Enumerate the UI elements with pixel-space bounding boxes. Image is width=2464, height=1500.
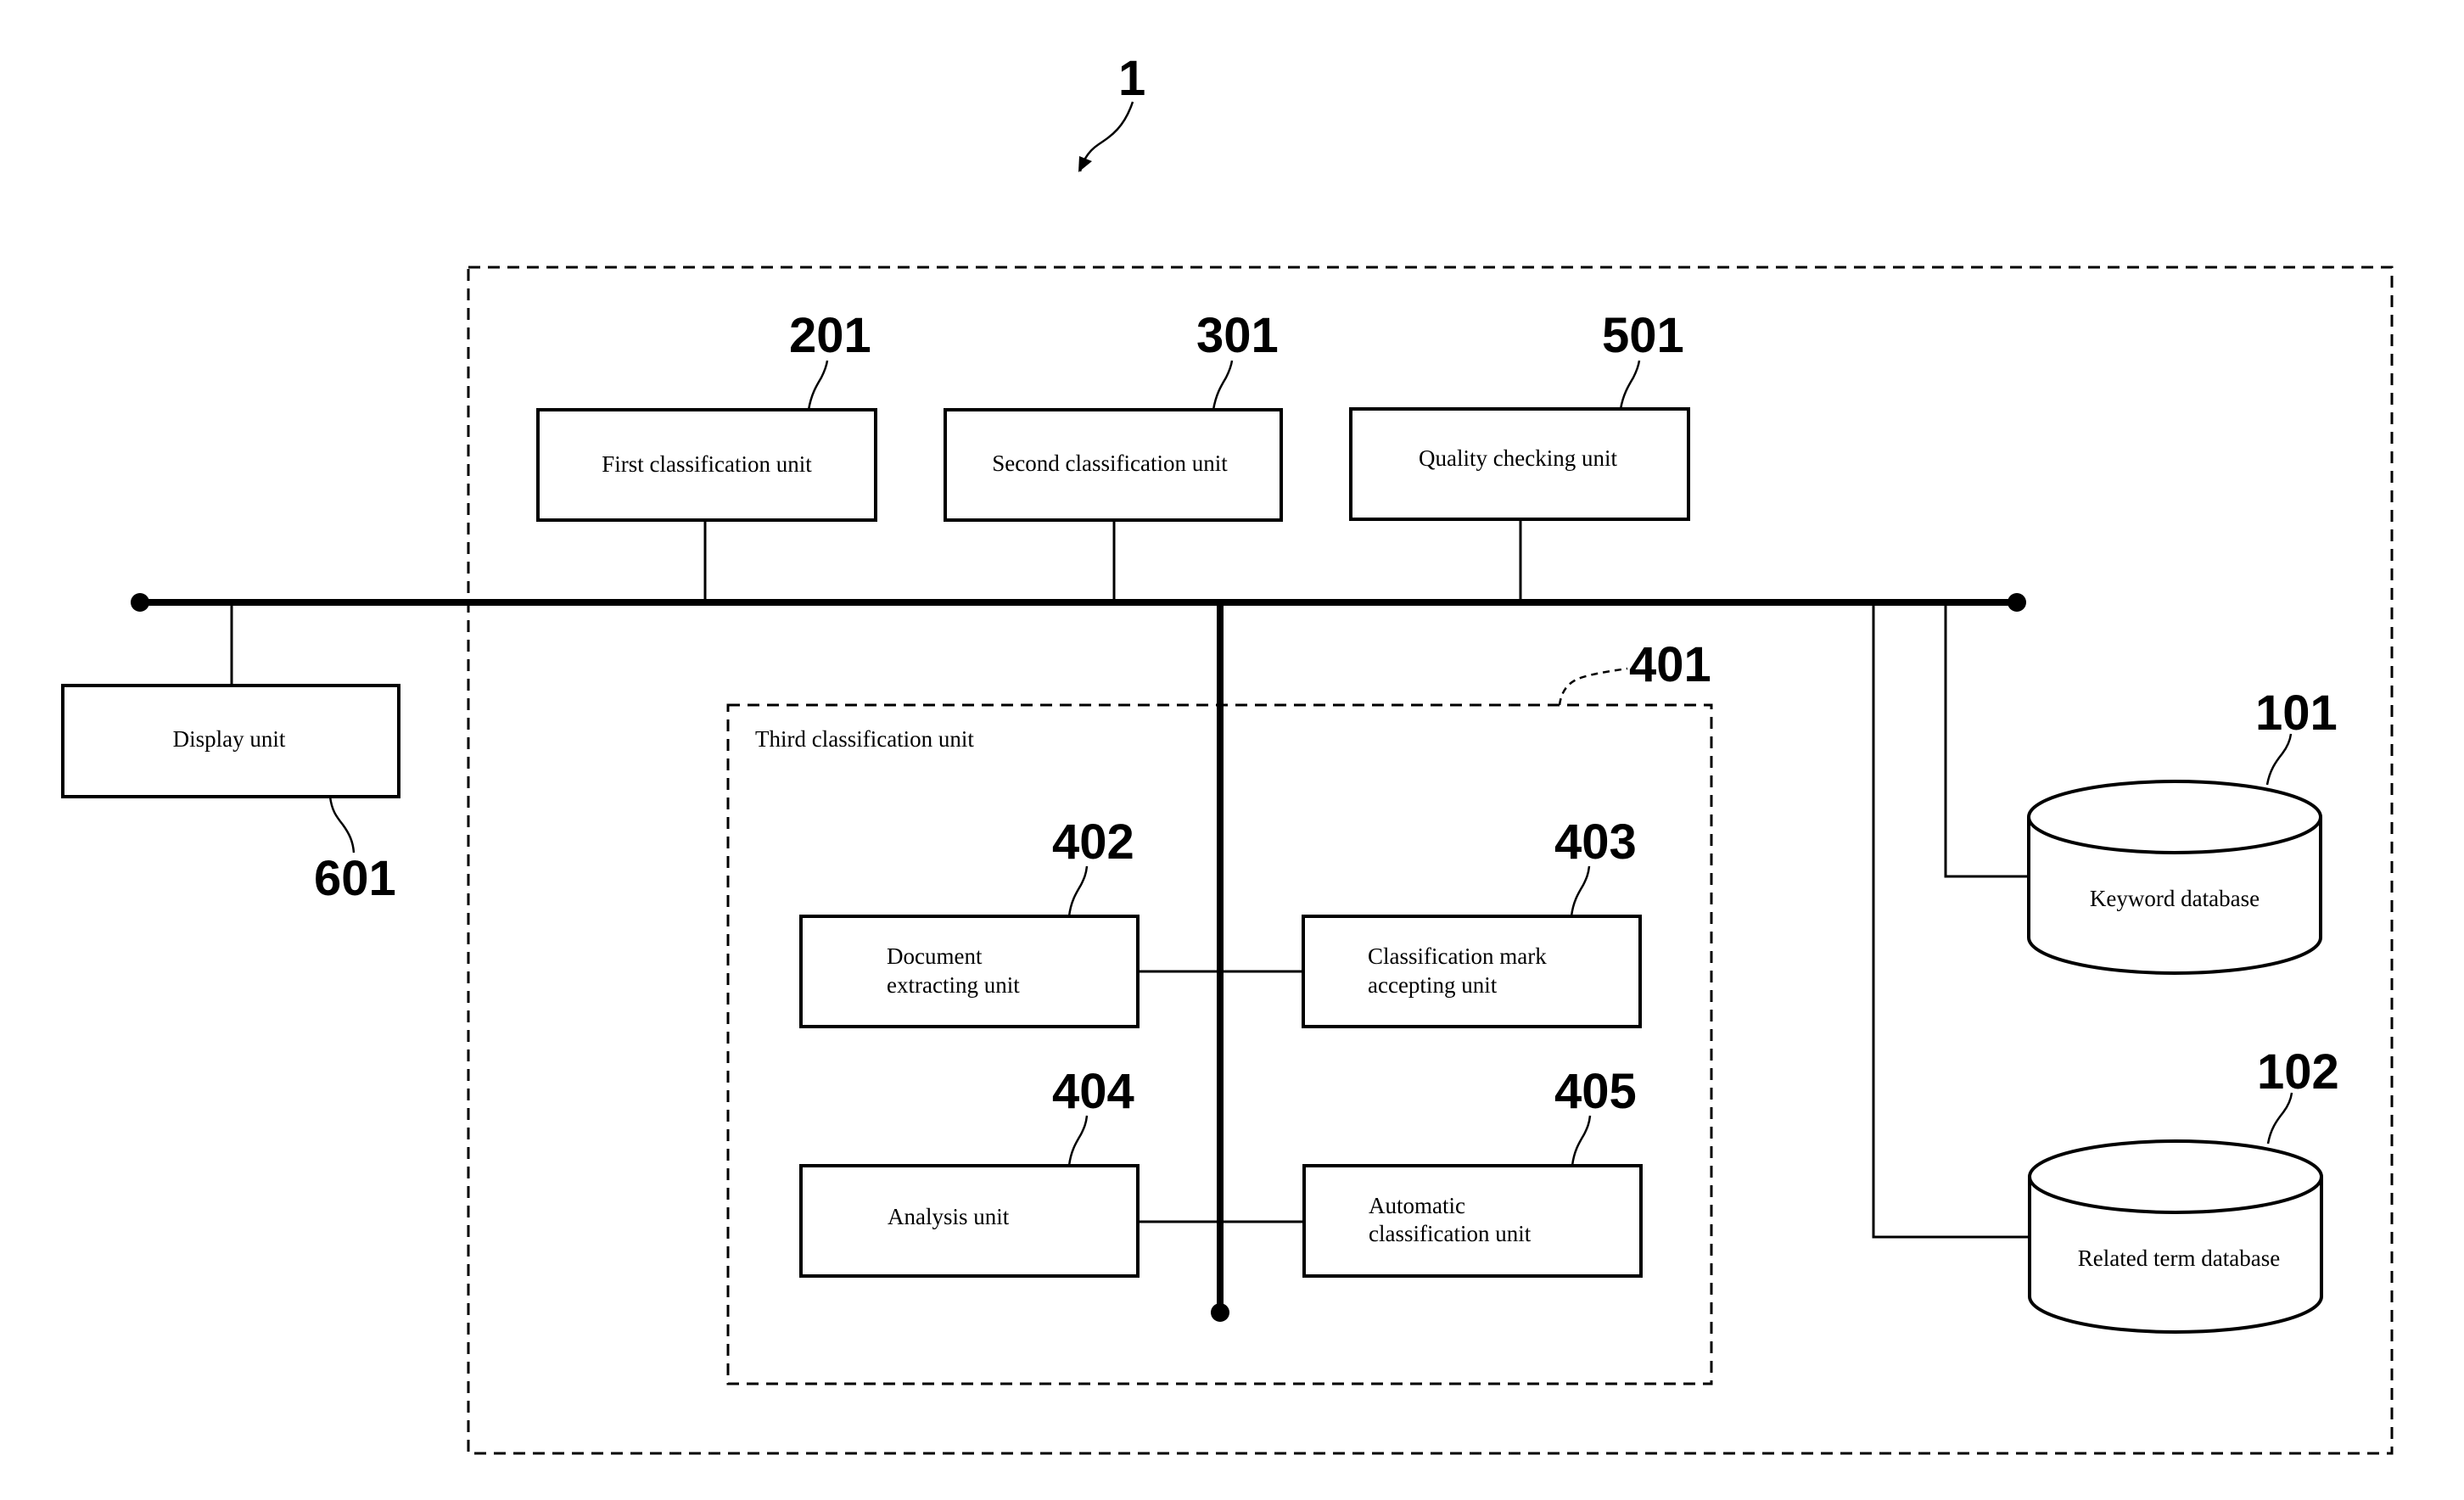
- ref-leader-101: [2265, 733, 2293, 786]
- automatic-classification-label-line2: classification unit: [1369, 1221, 1532, 1246]
- classification-mark-accepting-unit: Classification mark accepting unit 403: [1302, 814, 1642, 1028]
- keyword-db-connector: [1944, 602, 2029, 878]
- first-classification-label: First classification unit: [602, 451, 812, 477]
- quality-checking-unit: Quality checking unit 501: [1349, 308, 1690, 602]
- analysis-unit: Analysis unit 404: [799, 1064, 1302, 1278]
- ref-leader-301: [1212, 360, 1234, 411]
- ref-leader-402: [1067, 865, 1089, 917]
- ref-leader-405: [1571, 1115, 1592, 1167]
- bus-endpoint-right: [2008, 593, 2026, 612]
- related-term-database: Related term database 102: [2028, 1044, 2339, 1334]
- display-label: Display unit: [173, 726, 286, 752]
- ref-401: 401: [1629, 637, 1711, 692]
- ref-501: 501: [1602, 308, 1684, 363]
- related-term-db-label: Related term database: [2078, 1245, 2280, 1271]
- ref-leader-201: [807, 360, 829, 411]
- ref-leader-601: [328, 796, 356, 854]
- analysis-label: Analysis unit: [888, 1204, 1010, 1229]
- ref-101: 101: [2255, 686, 2338, 741]
- second-classification-unit: Second classification unit 301: [944, 308, 1283, 602]
- keyword-db-top-icon: [2027, 780, 2322, 854]
- system-arrow-head-icon: [1078, 156, 1092, 172]
- classification-mark-accepting-box: [1302, 915, 1642, 1028]
- block-diagram: 1 First classification unit 201 Second c…: [61, 51, 2394, 1455]
- document-extracting-unit: Document extracting unit 402: [799, 814, 1302, 1028]
- second-classification-label: Second classification unit: [992, 451, 1228, 476]
- automatic-classification-label-line1: Automatic: [1369, 1193, 1465, 1218]
- classification-mark-label-line1: Classification mark: [1368, 943, 1547, 969]
- third-classification-label: Third classification unit: [755, 726, 974, 752]
- first-classification-unit: First classification unit 201: [536, 308, 877, 602]
- ref-leader-401: [1558, 667, 1628, 706]
- document-extracting-label-line1: Document: [887, 943, 983, 969]
- vertical-bus-endpoint: [1211, 1303, 1229, 1322]
- keyword-db-label: Keyword database: [2090, 886, 2260, 911]
- display-unit: Display unit 601: [61, 602, 400, 906]
- ref-404: 404: [1052, 1064, 1134, 1119]
- bus-endpoint-left: [131, 593, 149, 612]
- keyword-database: Keyword database 101: [2027, 686, 2338, 975]
- ref-301: 301: [1196, 308, 1279, 363]
- ref-405: 405: [1554, 1064, 1637, 1119]
- ref-201: 201: [789, 308, 871, 363]
- quality-checking-label: Quality checking unit: [1419, 445, 1617, 471]
- ref-601: 601: [314, 851, 396, 906]
- ref-402: 402: [1052, 814, 1134, 870]
- related-term-db-connector: [1872, 602, 2030, 1239]
- document-extracting-label-line2: extracting unit: [887, 972, 1020, 998]
- document-extracting-box: [799, 915, 1140, 1028]
- classification-mark-label-line2: accepting unit: [1368, 972, 1498, 998]
- ref-leader-501: [1619, 360, 1641, 410]
- ref-leader-404: [1067, 1115, 1089, 1167]
- ref-102: 102: [2257, 1044, 2339, 1100]
- ref-leader-102: [2266, 1092, 2293, 1145]
- ref-system: 1: [1118, 51, 1145, 106]
- related-term-db-top-icon: [2028, 1139, 2323, 1214]
- ref-leader-403: [1570, 865, 1591, 917]
- automatic-classification-unit: Automatic classification unit 405: [1302, 1064, 1643, 1278]
- ref-403: 403: [1554, 814, 1637, 870]
